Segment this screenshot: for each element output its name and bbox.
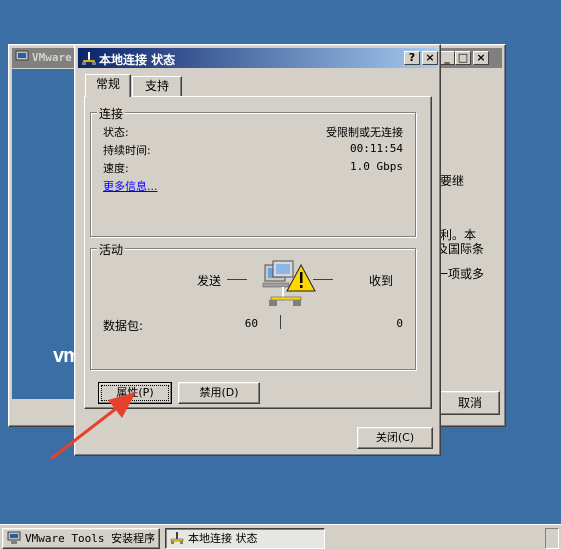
disable-button[interactable]: 禁用(D) [178,382,260,404]
tab-support[interactable]: 支持 [132,76,182,96]
packets-received-value: 0 [396,317,403,330]
help-button[interactable]: ? [404,51,420,65]
duration-value: 00:11:54 [350,142,403,155]
license-text-line: 及国际条 [436,242,485,256]
taskbar-item-local-connection[interactable]: 本地连接 状态 [165,528,325,549]
minimize-button[interactable]: _ [439,51,455,65]
packets-sent-value: 60 [244,317,258,330]
received-line [313,279,333,280]
more-info-link[interactable]: 更多信息... [103,178,158,194]
activity-group-label: 活动 [97,241,126,258]
dialog-titlebar[interactable]: 本地连接 状态 ? × [78,48,438,68]
activity-groupbox: 活动 发送 收到 数据包: 60 0 [90,241,416,370]
sent-line [227,279,247,280]
sent-label: 发送 [197,274,222,288]
system-tray[interactable] [545,528,559,549]
speed-label: 速度: [103,162,129,175]
license-text-line: 要继 [440,174,465,188]
speed-value: 1.0 Gbps [350,160,403,173]
network-connection-icon [82,52,96,65]
taskbar-item-label: 本地连接 状态 [188,532,258,545]
connection-group-label: 连接 [97,105,126,122]
properties-button[interactable]: 属性(P) [98,382,172,404]
packets-label: 数据包: [103,319,144,333]
close-dialog-button[interactable]: 关闭(C) [357,427,433,449]
received-label: 收到 [369,274,394,288]
taskbar: VMware Tools 安装程序 本地连接 状态 [0,524,561,550]
dialog-close-button[interactable]: × [422,51,438,65]
packets-divider [280,315,281,329]
taskbar-item-vmware-tools[interactable]: VMware Tools 安装程序 [2,528,160,549]
taskbar-item-label: VMware Tools 安装程序 [25,532,156,545]
network-warning-icon [262,260,316,306]
vmware-app-icon [15,50,29,64]
license-text-line: 一项或多 [436,267,485,281]
maximize-button[interactable]: □ [455,51,471,65]
vmware-window-title: VMware [32,51,72,64]
local-connection-status-dialog: 本地连接 状态 ? × 常规 支持 连接 状态: 受限制或无连接 持续时间: 0… [74,44,441,456]
network-connection-icon [170,532,184,544]
status-label: 状态: [103,126,129,139]
cancel-button[interactable]: 取消 [440,391,500,415]
tab-general[interactable]: 常规 [85,74,131,97]
close-button[interactable]: × [473,51,489,65]
status-value: 受限制或无连接 [326,126,403,139]
connection-groupbox: 连接 状态: 受限制或无连接 持续时间: 00:11:54 速度: 1.0 Gb… [90,105,416,237]
vmware-app-icon [7,531,21,544]
dialog-title: 本地连接 状态 [99,53,176,67]
duration-label: 持续时间: [103,144,151,157]
